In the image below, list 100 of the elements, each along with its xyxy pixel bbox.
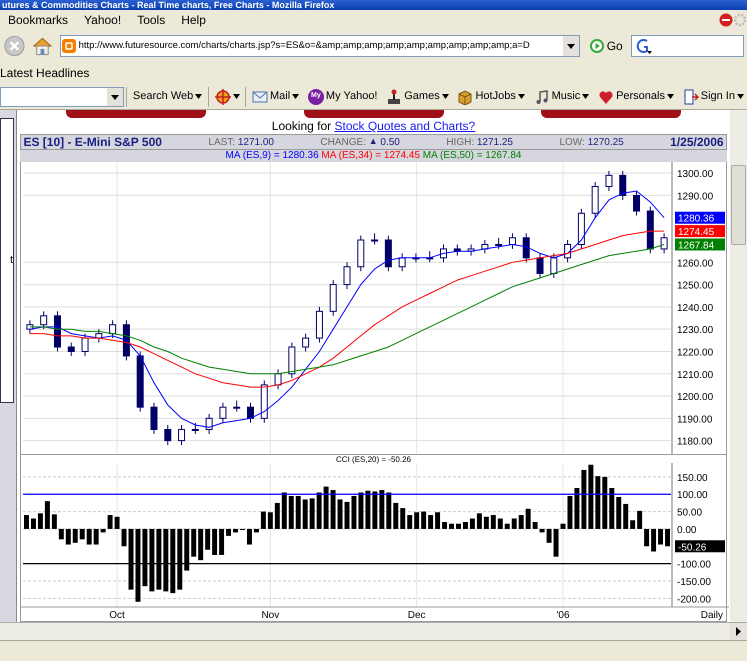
bar [504,524,510,529]
candlestick [550,252,557,278]
bar [351,496,356,529]
bar [609,488,614,529]
bookmark-link[interactable]: Latest Headlines [0,64,90,82]
bar [86,528,92,545]
bar [581,470,586,529]
candlestick [618,170,626,200]
alert-icon [719,13,733,27]
bar [302,499,308,529]
bar [323,486,328,529]
bar [114,516,120,529]
axis-tick-label: 100.00 [676,490,708,502]
bar [254,528,259,532]
axis-tick-label: Dec [407,610,426,621]
axis-tick-label: 1240.00 [676,302,713,314]
bar [344,502,350,529]
candlestick [192,422,199,434]
value-badge: -50.26 [674,540,725,554]
bar [602,476,607,529]
field-value: 0.50 [380,136,400,150]
bar [156,528,162,590]
indicator-name: CCI (ES,20) [336,455,380,464]
bar [260,512,266,529]
horizontal-scrollbar[interactable] [0,622,747,640]
candlestick [564,240,571,263]
axis-tick-label: 1200.00 [676,392,713,404]
axis-title: Daily [700,610,723,621]
bar [309,498,314,529]
candlestick [522,232,530,263]
stock-quotes-link[interactable]: Stock Quotes and Charts? [334,119,476,133]
search-field[interactable] [631,35,744,57]
indicator-name: MA (ES,34) [321,150,373,162]
axis-tick-label: 150.00 [676,472,708,484]
candlestick [370,232,378,245]
candlestick [274,368,282,390]
toolbar-button[interactable]: HotJobs [454,88,528,105]
menu-item[interactable]: Help [173,10,214,30]
axis-tick-label: Nov [261,610,279,621]
bar [184,528,189,571]
bar [66,528,70,545]
toolbar-button[interactable]: Games [383,88,452,105]
throbber-icon [733,13,747,27]
bar [24,515,29,529]
menu-item[interactable]: Bookmarks [0,10,76,30]
bar [498,518,502,529]
bar [358,492,364,529]
toolbar-button[interactable]: Personals [595,88,677,105]
bar [337,499,342,529]
bar [567,496,572,529]
candlestick [108,320,116,339]
axis-tick-label: 50.00 [676,508,702,519]
axis-tick-label: -100.00 [676,560,711,571]
candlestick [302,333,309,352]
bar [30,518,36,529]
bar [420,512,426,529]
search-combo-field[interactable] [0,86,124,106]
bar [630,520,635,529]
toolbar-button[interactable]: Sign In [680,88,747,105]
stop-icon[interactable] [2,34,26,58]
bar [518,515,524,529]
candlestick [454,244,460,256]
toolbar-button[interactable]: Search Web [130,88,206,105]
bar [204,528,210,550]
candlestick [54,310,61,352]
bar [121,528,126,546]
indicator-name: MA (ES,50) [422,150,474,162]
axis-tick-label: 1220.00 [676,347,713,358]
go-button[interactable]: Go [586,37,626,55]
bar [52,514,57,529]
window-title: utures & Commodities Charts - Real Time charts, Free Charts - Mozilla Firefox [0,0,747,10]
bar [539,528,544,532]
bar [511,518,516,529]
heart-icon [598,88,614,104]
bar [38,513,43,529]
field-label: CHANGE: [320,136,366,150]
vertical-scrollbar[interactable] [730,110,747,622]
candlestick [26,320,34,334]
menu-item[interactable]: Yahoo! [76,10,130,30]
url-field[interactable]: http://www.futuresource.com/charts/charts.jsp?s=ES&o=&amp;amp;amp;amp;amp;amp;amp;amp;amp;a=D [60,35,580,57]
bar [226,528,231,536]
prompt-text: Looking for Stock Quotes and Charts? [272,119,476,133]
axis-tick-label: 1210.00 [676,370,713,381]
scrollbar-thumb[interactable] [731,165,746,245]
toolbar-button[interactable]: Mail [249,88,302,105]
dropdown-icon[interactable] [563,36,580,56]
toolbar-button[interactable]: Music [530,88,592,105]
joystick-icon [386,88,402,104]
bar [462,522,468,529]
box-icon [457,88,474,104]
candlestick [122,320,130,361]
bar [456,524,461,529]
candlestick [467,244,474,256]
bar [198,528,203,560]
crosshair-icon [214,88,231,104]
candlestick [494,237,502,250]
field-value: 1271.00 [238,136,274,150]
menu-item[interactable]: Tools [129,10,174,30]
candlestick [440,244,447,263]
field-value: 1271.25 [476,136,513,150]
